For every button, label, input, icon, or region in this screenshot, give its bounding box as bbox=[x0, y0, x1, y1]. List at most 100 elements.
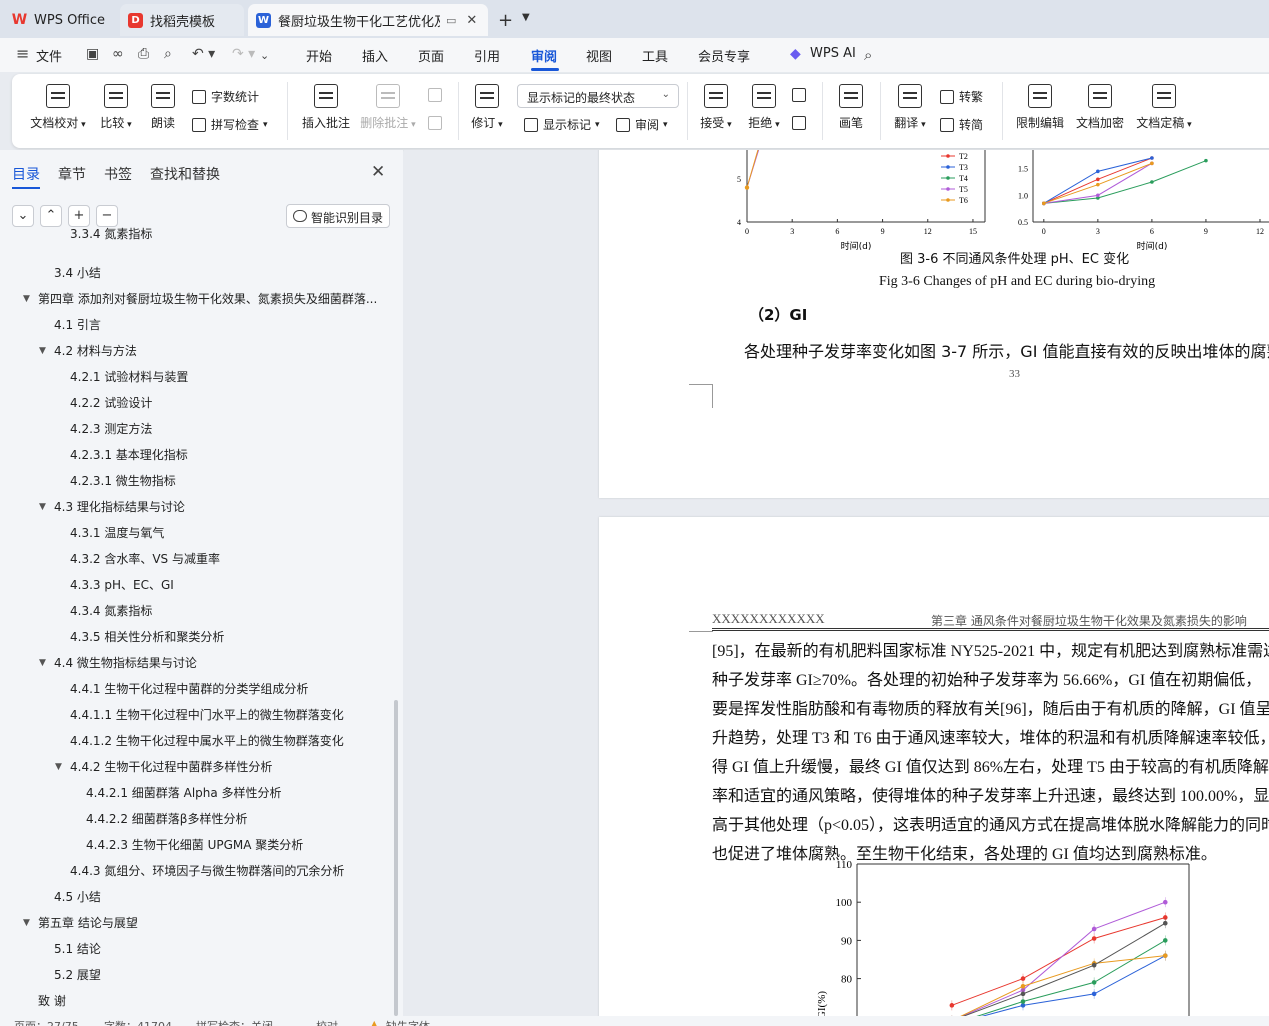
toc-item[interactable]: 致 谢 bbox=[0, 988, 392, 1014]
new-tab-plus-icon[interactable]: + bbox=[498, 10, 513, 31]
menu-file[interactable]: 文件 bbox=[36, 46, 62, 65]
menu-page[interactable]: 页面 bbox=[418, 46, 444, 65]
to-traditional-button[interactable]: 转繁 bbox=[940, 88, 983, 105]
expand-caret-icon[interactable]: ▼ bbox=[55, 754, 62, 780]
tab-docer-templates[interactable]: D 找稻壳模板 bbox=[120, 4, 244, 36]
expand-caret-icon[interactable]: ▼ bbox=[23, 286, 30, 312]
toc-item[interactable]: ▼ 第五章 结论与展望 bbox=[0, 910, 392, 936]
print-icon[interactable]: ⎙ bbox=[138, 46, 149, 62]
toc-item[interactable]: 3.4 小结 bbox=[0, 260, 392, 286]
toc-item[interactable]: 4.2.1 试验材料与装置 bbox=[0, 364, 392, 390]
toc-item[interactable]: 5.2 展望 bbox=[0, 962, 392, 988]
toc-item[interactable]: 4.2.3.1 微生物指标 bbox=[0, 468, 392, 494]
menu-review[interactable]: 审阅 bbox=[531, 46, 557, 65]
status-spell-check[interactable]: 拼写检查：关闭 bbox=[196, 1018, 273, 1026]
review-pane-button[interactable]: 审阅 ▾ bbox=[616, 116, 668, 133]
restrict-edit-button[interactable]: 限制编辑 bbox=[1012, 84, 1068, 131]
read-aloud-button[interactable]: 朗读 bbox=[146, 84, 180, 131]
insert-comment-button[interactable]: 插入批注 bbox=[298, 84, 354, 131]
print-preview-icon[interactable]: ⌕ bbox=[164, 46, 172, 62]
previous-comment-button[interactable] bbox=[428, 88, 447, 102]
hamburger-menu-icon[interactable]: ≡ bbox=[16, 44, 29, 63]
expand-caret-icon[interactable]: ▼ bbox=[39, 338, 46, 364]
toc-item-label: 第四章 添加剂对餐厨垃圾生物干化效果、氮素损失及细菌群落... bbox=[38, 292, 378, 306]
link-icon[interactable]: ∞ bbox=[112, 46, 124, 62]
spell-check-button[interactable]: 拼写检查 ▾ bbox=[192, 116, 268, 133]
undo-icon[interactable]: ↶ ▾ bbox=[192, 46, 215, 62]
toc-item[interactable]: 4.3.2 含水率、VS 与减重率 bbox=[0, 546, 392, 572]
toc-item[interactable]: 4.2.3.1 基本理化指标 bbox=[0, 442, 392, 468]
toc-item[interactable]: ▼ 4.4.2 生物干化过程中菌群多样性分析 bbox=[0, 754, 392, 780]
menu-view[interactable]: 视图 bbox=[586, 46, 612, 65]
status-page[interactable]: 页面：27/75 bbox=[14, 1018, 79, 1026]
toc-item[interactable]: 4.4.2.2 细菌群落β多样性分析 bbox=[0, 806, 392, 832]
track-changes-button[interactable]: 修订 ▾ bbox=[466, 84, 508, 131]
previous-change-button[interactable] bbox=[792, 88, 811, 102]
toc-item[interactable]: 4.3.1 温度与氧气 bbox=[0, 520, 392, 546]
more-chevron-icon[interactable]: ⌄ bbox=[260, 49, 269, 62]
doc-check-button[interactable]: 文档校对 ▾ bbox=[28, 84, 88, 131]
toc-item[interactable]: 4.2.2 试验设计 bbox=[0, 390, 392, 416]
next-change-button[interactable] bbox=[792, 116, 811, 130]
toc-item[interactable]: 3.3.4 氮素指标 bbox=[0, 221, 392, 247]
pen-button[interactable]: 画笔 bbox=[834, 84, 868, 131]
delete-comment-button[interactable]: 删除批注 ▾ bbox=[358, 84, 418, 131]
toc-item[interactable]: 4.3.3 pH、EC、GI bbox=[0, 572, 392, 598]
toc-item[interactable]: 4.2.3 测定方法 bbox=[0, 416, 392, 442]
word-count-button[interactable]: 字数统计 bbox=[192, 88, 259, 105]
toc-item[interactable]: 4.5 小结 bbox=[0, 884, 392, 910]
chevron-down-icon[interactable]: ▼ bbox=[522, 12, 530, 23]
expand-caret-icon[interactable]: ▼ bbox=[39, 494, 46, 520]
panel-tab-sections[interactable]: 章节 bbox=[58, 164, 86, 184]
translate-button[interactable]: 翻译 ▾ bbox=[890, 84, 930, 131]
next-comment-button[interactable] bbox=[428, 116, 447, 130]
toc-item[interactable]: ▼ 4.3 理化指标结果与讨论 bbox=[0, 494, 392, 520]
x-axis-label: 时间(d) bbox=[841, 240, 872, 252]
toc-item[interactable]: 5.1 结论 bbox=[0, 936, 392, 962]
toc-item[interactable]: 4.4.1 生物干化过程中菌群的分类学组成分析 bbox=[0, 676, 392, 702]
tab-current-document[interactable]: W 餐厨垃圾生物干化工艺优化及氮 ▭ ✕ bbox=[248, 4, 488, 36]
toc-item[interactable]: ▼ 4.4 微生物指标结果与讨论 bbox=[0, 650, 392, 676]
panel-tab-find-replace[interactable]: 查找和替换 bbox=[150, 164, 220, 184]
menu-insert[interactable]: 插入 bbox=[362, 46, 388, 65]
toc-scrollbar[interactable] bbox=[394, 700, 398, 1016]
wps-ai-icon[interactable]: ◆ bbox=[790, 46, 801, 62]
close-panel-icon[interactable]: ✕ bbox=[371, 162, 385, 182]
menu-start[interactable]: 开始 bbox=[306, 46, 332, 65]
reject-button[interactable]: 拒绝 ▾ bbox=[744, 84, 784, 131]
toc-item[interactable]: 4.3.4 氮素指标 bbox=[0, 598, 392, 624]
toc-item[interactable]: 4.4.1.1 生物干化过程中门水平上的微生物群落变化 bbox=[0, 702, 392, 728]
panel-tab-bookmarks[interactable]: 书签 bbox=[104, 164, 132, 184]
encrypt-document-button[interactable]: 文档加密 bbox=[1072, 84, 1128, 131]
toc-item[interactable]: ▼ 第四章 添加剂对餐厨垃圾生物干化效果、氮素损失及细菌群落... bbox=[0, 286, 392, 312]
close-tab-icon[interactable]: ✕ bbox=[466, 13, 477, 28]
toc-item[interactable]: ▼ 4.2 材料与方法 bbox=[0, 338, 392, 364]
status-missing-font[interactable]: 缺失字体 bbox=[386, 1018, 430, 1026]
accept-button[interactable]: 接受 ▾ bbox=[696, 84, 736, 131]
menu-references[interactable]: 引用 bbox=[474, 46, 500, 65]
toc-item[interactable]: 4.4.3 氮组分、环境因子与微生物群落间的冗余分析 bbox=[0, 858, 392, 884]
expand-caret-icon[interactable]: ▼ bbox=[39, 650, 46, 676]
status-word-count[interactable]: 字数：41704 bbox=[104, 1018, 172, 1026]
tab-wps-office[interactable]: W WPS Office bbox=[4, 4, 116, 36]
status-proof[interactable]: 校对 bbox=[316, 1018, 338, 1026]
page-header-left: XXXXXXXXXXXX bbox=[712, 611, 825, 626]
panel-tab-toc[interactable]: 目录 bbox=[12, 164, 40, 184]
compare-button[interactable]: 比较 ▾ bbox=[96, 84, 136, 131]
save-icon[interactable]: ▣ bbox=[86, 46, 99, 62]
to-simplified-button[interactable]: 转简 bbox=[940, 116, 983, 133]
redo-icon[interactable]: ↷ ▾ bbox=[232, 46, 255, 62]
finalize-document-button[interactable]: 文档定稿 ▾ bbox=[1132, 84, 1196, 131]
search-icon[interactable]: ⌕ bbox=[864, 46, 872, 64]
markup-state-select[interactable]: 显示标记的最终状态 ⌄ bbox=[517, 84, 679, 108]
toc-item[interactable]: 4.1 引言 bbox=[0, 312, 392, 338]
menu-tools[interactable]: 工具 bbox=[642, 46, 668, 65]
menu-wps-ai[interactable]: WPS AI bbox=[810, 46, 856, 61]
menu-member[interactable]: 会员专享 bbox=[698, 46, 750, 65]
expand-caret-icon[interactable]: ▼ bbox=[23, 910, 30, 936]
toc-item[interactable]: 4.4.2.3 生物干化细菌 UPGMA 聚类分析 bbox=[0, 832, 392, 858]
toc-item[interactable]: 4.3.5 相关性分析和聚类分析 bbox=[0, 624, 392, 650]
toc-item[interactable]: 4.4.2.1 细菌群落 Alpha 多样性分析 bbox=[0, 780, 392, 806]
toc-item[interactable]: 4.4.1.2 生物干化过程中属水平上的微生物群落变化 bbox=[0, 728, 392, 754]
show-markup-button[interactable]: 显示标记 ▾ bbox=[524, 116, 600, 133]
